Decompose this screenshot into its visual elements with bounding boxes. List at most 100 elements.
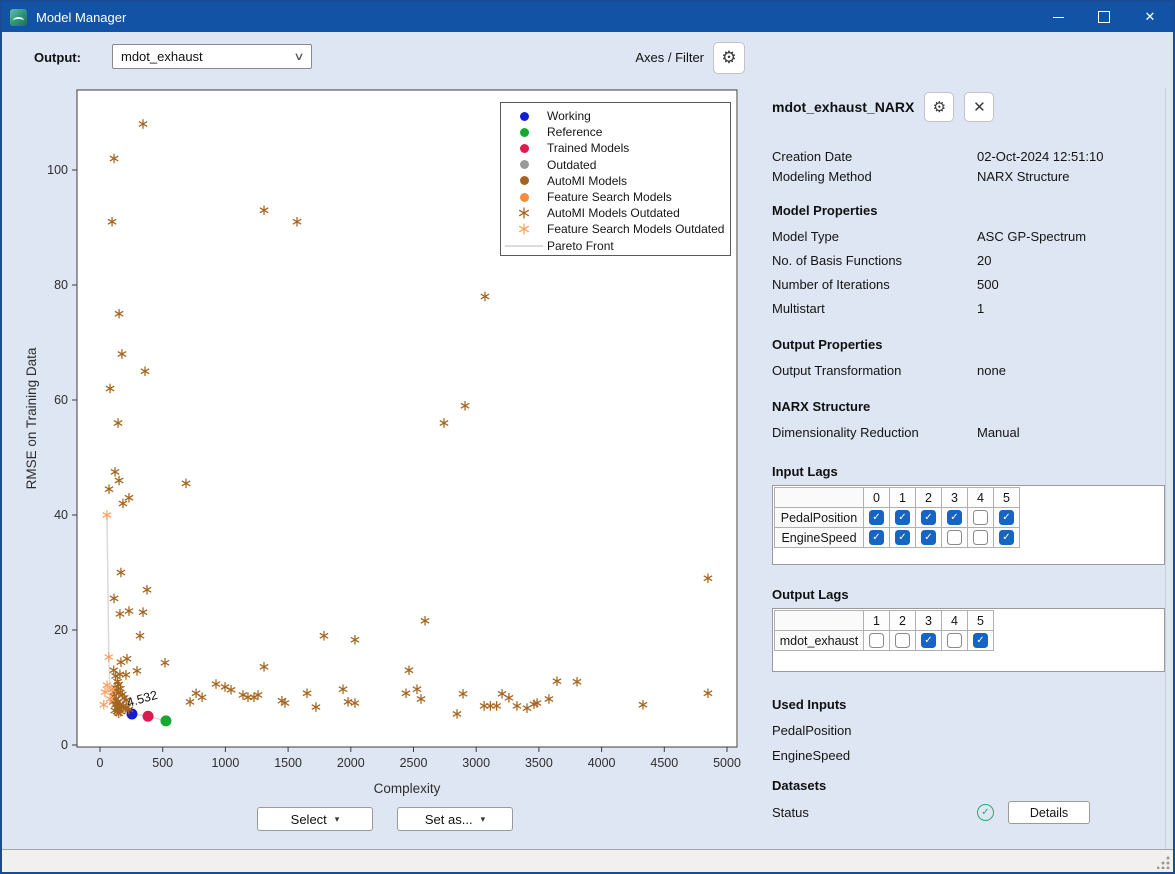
close-icon: ✕ <box>973 98 986 116</box>
property-row: Output Transformationnone <box>772 358 1165 382</box>
lag-checkbox-checked[interactable]: ✓ <box>869 530 884 545</box>
model-panel-close-button[interactable]: ✕ <box>964 92 994 122</box>
y-tick-label: 40 <box>54 508 68 522</box>
output-label: Output: <box>34 50 81 65</box>
output-dropdown-value: mdot_exhaust <box>121 49 203 64</box>
x-tick-label: 3000 <box>462 756 490 770</box>
lag-checkbox-checked[interactable]: ✓ <box>921 510 936 525</box>
y-tick-label: 100 <box>47 163 68 177</box>
lag-checkbox-checked[interactable]: ✓ <box>947 510 962 525</box>
minimize-button[interactable] <box>1035 2 1081 32</box>
lag-column-header: 1 <box>864 611 890 631</box>
legend-marker-asterisk-icon <box>501 223 547 235</box>
chart-legend: WorkingReferenceTrained ModelsOutdatedAu… <box>500 102 731 256</box>
gear-icon: ⚙ <box>933 98 946 116</box>
resize-grip[interactable] <box>1157 856 1170 869</box>
status-ok-icon: ✓ <box>977 804 994 821</box>
set-as-button[interactable]: Set as... ▾ <box>397 807 513 831</box>
dropdown-arrow-icon: ▾ <box>481 814 486 825</box>
lag-checkbox-checked[interactable]: ✓ <box>999 510 1014 525</box>
property-label: Model Type <box>772 229 977 244</box>
lag-checkbox-unchecked[interactable] <box>895 633 910 648</box>
close-icon: ✕ <box>1145 9 1156 25</box>
lag-column-header: 4 <box>942 611 968 631</box>
lag-row-label: PedalPosition <box>775 508 864 528</box>
property-row: Model TypeASC GP-Spectrum <box>772 224 1165 248</box>
y-tick-label: 20 <box>54 623 68 637</box>
property-value: 20 <box>977 253 991 268</box>
used-input-item: PedalPosition <box>772 718 1165 743</box>
lag-checkbox-unchecked[interactable] <box>947 530 962 545</box>
legend-marker-asterisk-icon <box>501 207 547 219</box>
legend-entry: Pareto Front <box>501 238 730 254</box>
legend-entry: Working <box>501 108 730 124</box>
legend-label: Pareto Front <box>547 239 614 253</box>
y-axis-label: RMSE on Training Data <box>24 347 39 489</box>
details-button[interactable]: Details <box>1008 801 1090 824</box>
x-tick-label: 3500 <box>525 756 553 770</box>
model-settings-gear-button[interactable]: ⚙ <box>924 92 954 122</box>
panel-divider <box>1165 88 1166 852</box>
property-label: Output Transformation <box>772 363 977 378</box>
legend-marker-dot-icon <box>501 128 547 137</box>
property-label: Modeling Method <box>772 169 977 184</box>
property-row: No. of Basis Functions20 <box>772 248 1165 272</box>
lag-column-header: 4 <box>968 488 994 508</box>
legend-marker-dot-icon <box>501 193 547 202</box>
x-tick-label: 5000 <box>713 756 741 770</box>
axes-filter-gear-button[interactable]: ⚙ <box>713 42 745 74</box>
legend-label: Reference <box>547 125 602 139</box>
input-lags-table: 012345PedalPosition✓✓✓✓✓EngineSpeed✓✓✓✓ <box>774 487 1020 548</box>
lag-column-header: 5 <box>968 611 994 631</box>
legend-marker-line-icon <box>501 245 547 247</box>
legend-entry: Feature Search Models <box>501 189 730 205</box>
lag-checkbox-unchecked[interactable] <box>869 633 884 648</box>
x-tick-label: 1000 <box>211 756 239 770</box>
x-tick-label: 4000 <box>588 756 616 770</box>
scatter-dot-marker[interactable] <box>160 715 171 726</box>
x-axis-label: Complexity <box>374 781 441 796</box>
legend-label: Trained Models <box>547 141 629 155</box>
lag-checkbox-checked[interactable]: ✓ <box>999 530 1014 545</box>
lag-checkbox-checked[interactable]: ✓ <box>895 510 910 525</box>
status-label: Status <box>772 805 977 820</box>
used-inputs-list: PedalPositionEngineSpeed <box>772 718 1165 768</box>
property-value: 1 <box>977 301 984 316</box>
output-lags-table: 12345mdot_exhaust✓✓ <box>774 610 994 651</box>
output-dropdown[interactable]: mdot_exhaust ∨ <box>112 44 312 69</box>
maximize-button[interactable] <box>1081 2 1127 32</box>
y-tick-label: 60 <box>54 393 68 407</box>
lag-checkbox-checked[interactable]: ✓ <box>895 530 910 545</box>
lag-row-label: mdot_exhaust <box>775 631 864 651</box>
x-tick-label: 2500 <box>400 756 428 770</box>
close-button[interactable]: ✕ <box>1127 2 1173 32</box>
x-tick-label: 0 <box>97 756 104 770</box>
window-title: Model Manager <box>36 10 126 25</box>
select-button[interactable]: Select ▾ <box>257 807 373 831</box>
axes-filter-label: Axes / Filter <box>632 50 704 65</box>
lag-column-header: 2 <box>916 488 942 508</box>
lag-checkbox-checked[interactable]: ✓ <box>921 530 936 545</box>
lag-checkbox-unchecked[interactable] <box>947 633 962 648</box>
property-value: Manual <box>977 425 1020 440</box>
legend-label: AutoMI Models Outdated <box>547 206 680 220</box>
property-label: Dimensionality Reduction <box>772 425 977 440</box>
set-as-button-label: Set as... <box>425 812 473 827</box>
model-manager-window: Model Manager ✕ Output: mdot_exhaust ∨ A… <box>0 0 1175 874</box>
details-button-label: Details <box>1030 806 1068 820</box>
maximize-icon <box>1098 11 1110 23</box>
lag-checkbox-unchecked[interactable] <box>973 510 988 525</box>
input-lags-box: 012345PedalPosition✓✓✓✓✓EngineSpeed✓✓✓✓ <box>772 485 1165 565</box>
lag-checkbox-checked[interactable]: ✓ <box>869 510 884 525</box>
lag-checkbox-unchecked[interactable] <box>973 530 988 545</box>
lag-checkbox-checked[interactable]: ✓ <box>973 633 988 648</box>
scatter-dot-marker[interactable] <box>143 711 154 722</box>
status-bar <box>2 849 1173 872</box>
lag-column-header: 2 <box>890 611 916 631</box>
legend-entry: Feature Search Models Outdated <box>501 221 730 237</box>
x-tick-label: 1500 <box>274 756 302 770</box>
output-lags-heading: Output Lags <box>772 587 1165 602</box>
lag-checkbox-checked[interactable]: ✓ <box>921 633 936 648</box>
used-inputs-heading: Used Inputs <box>772 697 1165 712</box>
legend-marker-dot-icon <box>501 176 547 185</box>
